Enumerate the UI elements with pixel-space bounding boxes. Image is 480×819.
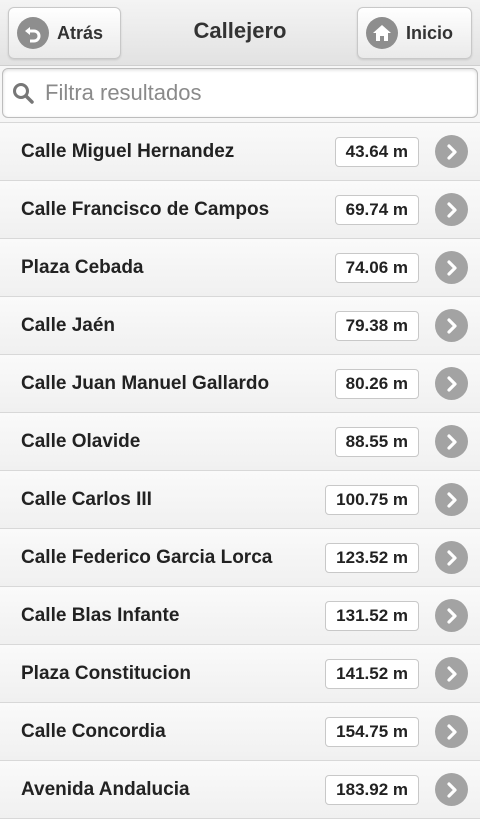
distance-badge: 154.75 m bbox=[325, 716, 419, 747]
page-title: Callejero bbox=[193, 18, 287, 43]
chevron-right-icon[interactable] bbox=[435, 657, 468, 690]
street-name: Calle Juan Manuel Gallardo bbox=[21, 372, 270, 394]
street-row[interactable]: Calle Federico Garcia Lorca 123.52 m bbox=[0, 529, 480, 587]
street-name: Calle Olavide bbox=[21, 430, 141, 452]
distance-badge: 123.52 m bbox=[325, 542, 419, 573]
distance-badge: 183.92 m bbox=[325, 774, 419, 805]
distance-badge: 79.38 m bbox=[334, 310, 419, 341]
back-button-label: Atrás bbox=[57, 22, 104, 43]
chevron-right-icon[interactable] bbox=[435, 309, 468, 342]
street-row[interactable]: Plaza Constitucion 141.52 m bbox=[0, 645, 480, 703]
street-name: Plaza Constitucion bbox=[21, 662, 191, 684]
distance-badge: 131.52 m bbox=[325, 600, 419, 631]
chevron-right-icon[interactable] bbox=[435, 135, 468, 168]
home-button[interactable]: Inicio bbox=[357, 7, 472, 59]
street-name: Avenida Andalucia bbox=[21, 778, 190, 800]
street-row[interactable]: Plaza Cebada 74.06 m bbox=[0, 239, 480, 297]
street-name: Calle Blas Infante bbox=[21, 604, 180, 626]
chevron-right-icon[interactable] bbox=[435, 251, 468, 284]
home-icon bbox=[366, 17, 398, 49]
back-button[interactable]: Atrás bbox=[8, 7, 121, 59]
chevron-right-icon[interactable] bbox=[435, 541, 468, 574]
street-name: Calle Jaén bbox=[21, 314, 115, 336]
chevron-right-icon[interactable] bbox=[435, 599, 468, 632]
chevron-right-icon[interactable] bbox=[435, 715, 468, 748]
distance-badge: 43.64 m bbox=[334, 136, 419, 167]
street-row[interactable]: Calle Jaén 79.38 m bbox=[0, 297, 480, 355]
street-row[interactable]: Calle Carlos III 100.75 m bbox=[0, 471, 480, 529]
street-name: Calle Miguel Hernandez bbox=[21, 140, 235, 162]
street-row[interactable]: Calle Blas Infante 131.52 m bbox=[0, 587, 480, 645]
street-row[interactable]: Avenida Andalucia 183.92 m bbox=[0, 761, 480, 819]
street-name: Calle Federico Garcia Lorca bbox=[21, 546, 273, 568]
distance-badge: 100.75 m bbox=[325, 484, 419, 515]
street-row[interactable]: Calle Concordia 154.75 m bbox=[0, 703, 480, 761]
street-name: Calle Concordia bbox=[21, 720, 166, 742]
search-bar bbox=[2, 68, 478, 118]
street-row[interactable]: Calle Miguel Hernandez 43.64 m bbox=[0, 123, 480, 181]
distance-badge: 74.06 m bbox=[334, 252, 419, 283]
search-input[interactable] bbox=[45, 80, 445, 106]
distance-badge: 80.26 m bbox=[334, 368, 419, 399]
home-button-label: Inicio bbox=[406, 22, 454, 43]
street-row[interactable]: Calle Juan Manuel Gallardo 80.26 m bbox=[0, 355, 480, 413]
search-icon bbox=[13, 83, 34, 104]
back-arrow-icon bbox=[17, 17, 49, 49]
street-row[interactable]: Calle Olavide 88.55 m bbox=[0, 413, 480, 471]
street-row[interactable]: Calle Francisco de Campos 69.74 m bbox=[0, 181, 480, 239]
chevron-right-icon[interactable] bbox=[435, 193, 468, 226]
header-bar: Atrás Callejero Inicio bbox=[0, 0, 480, 66]
chevron-right-icon[interactable] bbox=[435, 425, 468, 458]
distance-badge: 141.52 m bbox=[325, 658, 419, 689]
chevron-right-icon[interactable] bbox=[435, 483, 468, 516]
street-name: Plaza Cebada bbox=[21, 256, 144, 278]
distance-badge: 69.74 m bbox=[334, 194, 419, 225]
street-list: Calle Miguel Hernandez 43.64 m Calle Franc… bbox=[0, 122, 480, 819]
chevron-right-icon[interactable] bbox=[435, 773, 468, 806]
chevron-right-icon[interactable] bbox=[435, 367, 468, 400]
distance-badge: 88.55 m bbox=[334, 426, 419, 457]
street-name: Calle Francisco de Campos bbox=[21, 198, 270, 220]
street-name: Calle Carlos III bbox=[21, 488, 152, 510]
